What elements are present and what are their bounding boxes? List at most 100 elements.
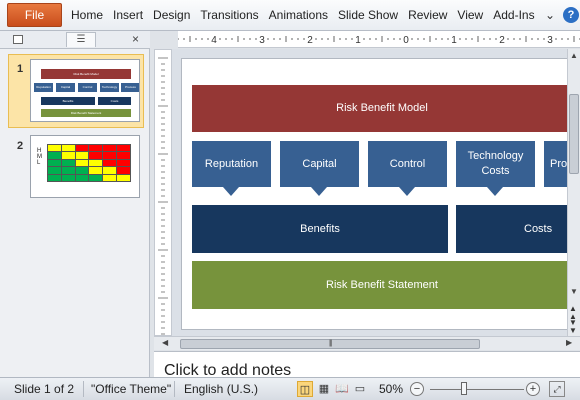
- heatmap-cell: [102, 158, 118, 168]
- heatmap-cell: [74, 166, 90, 175]
- heatmap-cell: [74, 143, 90, 153]
- slide-thumbnail[interactable]: H M L: [30, 135, 140, 198]
- ruler-label: 0: [403, 35, 409, 46]
- callout-reputation[interactable]: Reputation: [192, 141, 271, 196]
- slide-icon: [13, 35, 23, 44]
- reading-view-icon[interactable]: 📖: [334, 381, 350, 397]
- heatmap-cell: [116, 166, 131, 175]
- outline-icon: ☰: [76, 34, 86, 45]
- zoom-slider-track[interactable]: [430, 389, 524, 390]
- close-pane-button[interactable]: ×: [132, 32, 139, 46]
- slide-thumbnail[interactable]: Risk Benefit Model Reputation Capital Co…: [30, 59, 140, 122]
- scroll-right-icon[interactable]: ▶: [566, 338, 572, 347]
- tab-insert[interactable]: Insert: [108, 0, 148, 31]
- heatmap-cell: [60, 158, 76, 168]
- scroll-down-icon[interactable]: ▼: [570, 287, 578, 296]
- heatmap-cell: [88, 158, 104, 168]
- normal-view-icon[interactable]: ◫: [297, 381, 313, 397]
- zoom-level[interactable]: 50%: [379, 382, 403, 396]
- vertical-scroll-thumb[interactable]: [569, 94, 579, 174]
- callout-capital[interactable]: Capital: [280, 141, 359, 196]
- heatmap-cell: [116, 143, 131, 153]
- costs-bar[interactable]: Costs: [456, 205, 567, 253]
- statement-bar[interactable]: Risk Benefit Statement: [192, 261, 567, 309]
- zoom-slider-thumb[interactable]: [460, 382, 467, 395]
- outline-tab[interactable]: ☰: [66, 32, 96, 47]
- slide-show-icon[interactable]: ▭: [352, 381, 368, 397]
- heatmap-row: [47, 151, 131, 160]
- tab-home[interactable]: Home: [66, 0, 108, 31]
- vertical-ruler: [154, 49, 172, 336]
- heatmap-cell: [60, 173, 76, 183]
- heatmap-cell: [88, 143, 104, 153]
- slide-thumbnail-row[interactable]: 2 H M L: [8, 133, 144, 207]
- heatmap-row: [47, 166, 131, 175]
- mini-box: Technology Costs: [100, 83, 119, 98]
- help-icon[interactable]: ?: [563, 7, 579, 23]
- notes-placeholder[interactable]: Click to add notes: [164, 362, 291, 377]
- heatmap-cell: [116, 158, 131, 168]
- divider: [83, 381, 84, 397]
- heatmap-cell: [88, 173, 104, 183]
- horizontal-scroll-thumb[interactable]: |||: [180, 339, 480, 349]
- heatmap-row: [47, 143, 131, 153]
- heatmap-cell: [116, 173, 131, 183]
- horizontal-ruler: 4 3 2 1 0 1 2 3: [178, 31, 580, 48]
- ruler-label: 3: [547, 35, 553, 46]
- ruler-label: 1: [451, 35, 457, 46]
- ruler-label: 4: [211, 35, 217, 46]
- callout-process[interactable]: Pro: [544, 141, 567, 187]
- ruler-label: 1: [355, 35, 361, 46]
- heatmap-cell: [102, 173, 118, 183]
- status-bar: Slide 1 of 2 "Office Theme" English (U.S…: [0, 377, 580, 400]
- tab-animations[interactable]: Animations: [264, 0, 333, 31]
- theme-name[interactable]: "Office Theme": [91, 382, 171, 396]
- zoom-in-icon[interactable]: +: [526, 382, 540, 396]
- scroll-up-icon[interactable]: ▲: [570, 51, 578, 60]
- heatmap-cell: [60, 143, 76, 153]
- tab-transitions[interactable]: Transitions: [195, 0, 263, 31]
- heatmap-cell: [60, 151, 76, 160]
- heatmap-cell: [116, 151, 131, 160]
- mini-box: Reputation: [34, 83, 53, 92]
- slide-title-shape[interactable]: Risk Benefit Model: [192, 85, 567, 132]
- callout-control[interactable]: Control: [368, 141, 447, 196]
- benefits-bar[interactable]: Benefits: [192, 205, 448, 253]
- next-slide-icon[interactable]: ▼ ▼: [569, 319, 577, 335]
- zoom-out-icon[interactable]: −: [410, 382, 424, 396]
- slide-number: 2: [17, 140, 24, 152]
- slides-tab[interactable]: [4, 33, 34, 47]
- heatmap-y-labels: H M L: [37, 148, 42, 166]
- chevron-down-icon[interactable]: ⌄: [545, 8, 555, 22]
- tab-add-ins[interactable]: Add-Ins: [488, 0, 539, 31]
- heatmap-cell: [47, 151, 62, 160]
- horizontal-scrollbar[interactable]: ◀ ||| ▶: [154, 336, 580, 350]
- notes-pane[interactable]: Click to add notes: [154, 351, 580, 377]
- scroll-left-icon[interactable]: ◀: [162, 338, 168, 347]
- slide-canvas[interactable]: Risk Benefit Model Reputation Capital Co…: [182, 59, 567, 329]
- heatmap-cell: [47, 173, 62, 183]
- slide-thumbnail-row[interactable]: 1 Risk Benefit Model Reputation Capital …: [8, 54, 144, 128]
- callout-technology-costs[interactable]: Technology Costs: [456, 141, 535, 196]
- language-indicator[interactable]: English (U.S.): [184, 382, 258, 396]
- heatmap-cell: [47, 143, 62, 153]
- ribbon-tabs: Home Insert Design Transitions Animation…: [66, 0, 540, 31]
- tab-view[interactable]: View: [452, 0, 488, 31]
- heatmap-row: [47, 158, 131, 168]
- tab-design[interactable]: Design: [148, 0, 195, 31]
- slides-panel: 1 Risk Benefit Model Reputation Capital …: [0, 49, 150, 377]
- fit-to-window-icon[interactable]: ⤢: [549, 381, 565, 397]
- mini-bar: Benefits: [41, 97, 95, 105]
- ruler-label: 2: [307, 35, 313, 46]
- mini-title: Risk Benefit Model: [41, 69, 131, 79]
- ruler-label: 2: [499, 35, 505, 46]
- file-tab[interactable]: File: [7, 3, 62, 27]
- tab-review[interactable]: Review: [403, 0, 452, 31]
- tab-slide-show[interactable]: Slide Show: [333, 0, 403, 31]
- divider: [174, 381, 175, 397]
- heatmap-row: [47, 173, 131, 183]
- mini-box: Control: [78, 83, 97, 92]
- mini-statement: Risk Benefit Statement: [41, 109, 131, 117]
- slide-sorter-icon[interactable]: ▦: [316, 381, 332, 397]
- vertical-scrollbar[interactable]: ▲ ▼ ▲ ▲ ▼ ▼: [567, 49, 580, 336]
